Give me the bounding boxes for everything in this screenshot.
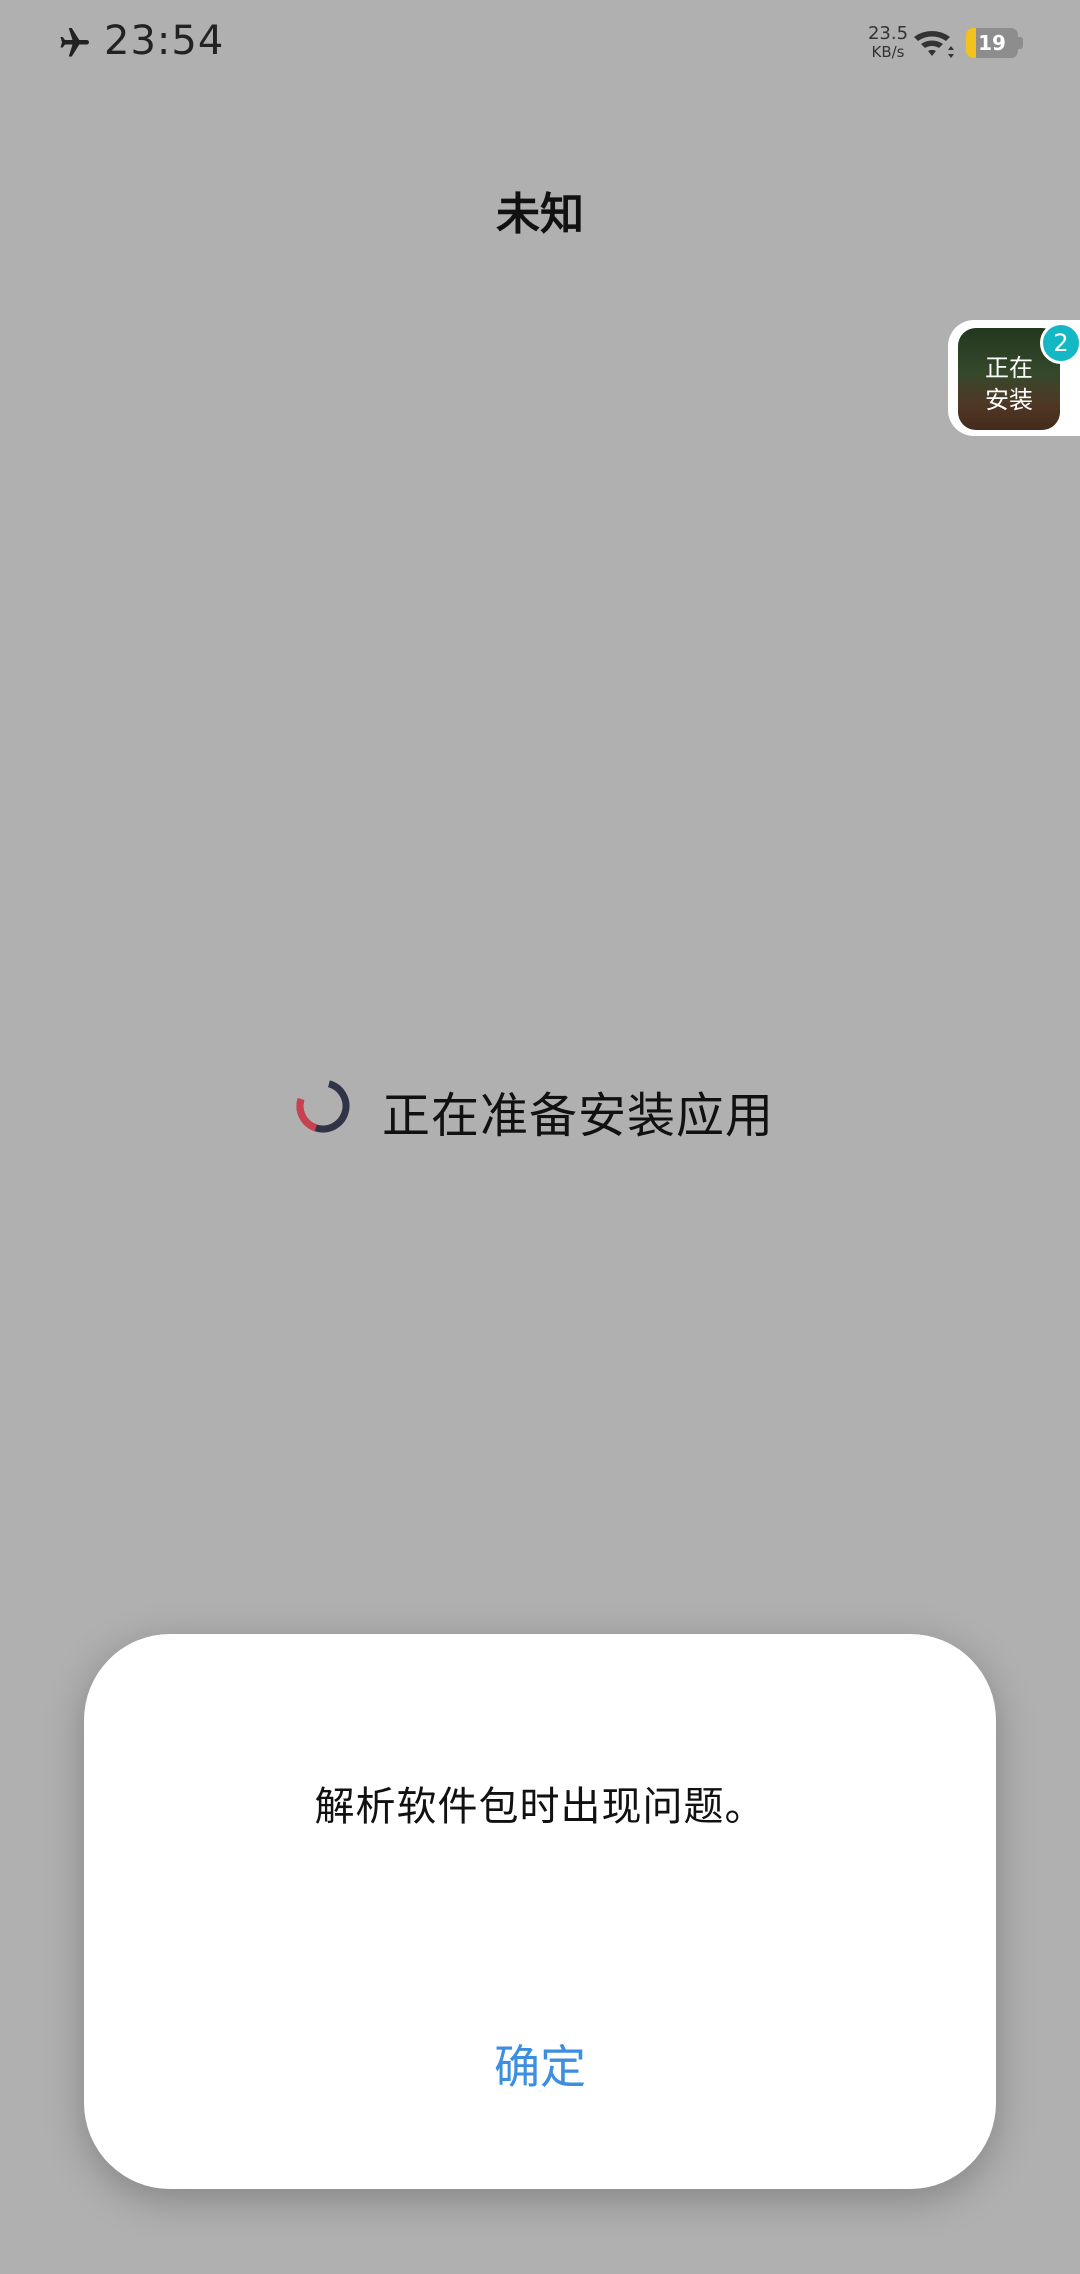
install-count-badge: 2 (1040, 322, 1080, 364)
battery-tip (1018, 37, 1023, 49)
loading-spinner-icon (296, 1079, 350, 1133)
page-title: 未知 (496, 189, 584, 240)
wifi-icon (914, 31, 954, 58)
network-speed-unit: KB/s (871, 43, 905, 61)
progress-text: 正在准备安装应用 (382, 1088, 775, 1144)
clock: 23:54 (104, 18, 225, 64)
network-speed-value: 23.5 (867, 23, 909, 44)
floating-install-label-line2: 安装 (985, 386, 1033, 414)
dialog-message: 解析软件包时出现问题。 (314, 1784, 766, 1830)
ok-button[interactable]: 确定 (440, 2014, 640, 2114)
airplane-icon (60, 28, 89, 57)
status-bar: 23:54 23.5 KB/s 19 (0, 0, 1080, 90)
network-speed: 23.5 KB/s (860, 24, 916, 62)
error-dialog: 解析软件包时出现问题。 确定 (84, 1634, 996, 2189)
floating-install-label: 正在 安装 (958, 352, 1060, 416)
battery-icon: 19 (966, 28, 1018, 58)
battery-level: 19 (978, 31, 1006, 55)
install-progress: 正在准备安装应用 (0, 1070, 1080, 1144)
